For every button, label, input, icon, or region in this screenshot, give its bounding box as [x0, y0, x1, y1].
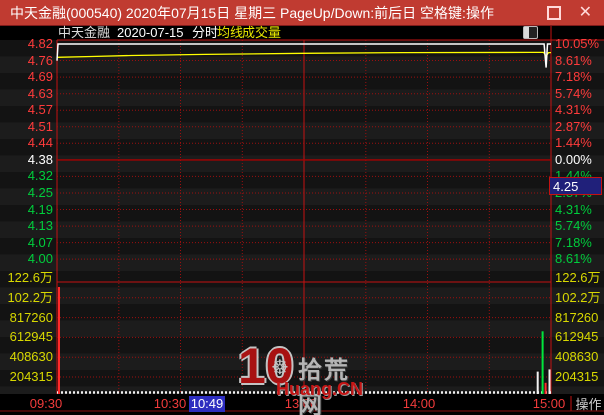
time-axis-label: 09:30 [29, 396, 63, 411]
volume-axis-label: 408630 [9, 349, 53, 365]
time-axis-label: 14:00 [402, 396, 436, 411]
price-axis-label: 4.82 [27, 36, 53, 51]
price-axis-label: 4.19 [27, 201, 53, 217]
volume-axis-label: 102.2万 [7, 289, 53, 305]
pct-axis-label: 2.87% [555, 118, 592, 134]
price-axis-label: 4.51 [27, 118, 53, 134]
time-axis-label: 13:00 [284, 396, 318, 411]
pct-axis-label: 7.18% [555, 69, 592, 85]
time-axis-label: 15:00 [532, 396, 566, 411]
price-axis-label: 4.00 [27, 251, 53, 267]
pct-axis-label: 1.44% [555, 135, 592, 151]
pct-axis-label: 8.61% [555, 52, 592, 68]
price-axis-label: 4.32 [27, 168, 53, 184]
volume-axis-label: 817260 [555, 309, 599, 325]
volume-axis-label: 204315 [9, 369, 53, 384]
price-axis-label: 4.57 [27, 102, 53, 118]
volume-axis-label: 612945 [555, 329, 599, 345]
time-highlight-tag: 10:49 [189, 396, 225, 412]
price-axis-label: 4.76 [27, 52, 53, 68]
price-tag: 4.25 [549, 177, 602, 195]
volume-axis-label: 408630 [555, 349, 599, 365]
pct-axis-label: 0.00% [555, 151, 592, 167]
pct-axis-label: 4.31% [555, 201, 592, 217]
pct-axis-label: 5.74% [555, 85, 592, 101]
price-axis-label: 4.13 [27, 218, 53, 234]
intraday-chart-plot[interactable] [0, 0, 604, 415]
price-axis-label: 4.69 [27, 69, 53, 85]
price-axis-label: 4.63 [27, 85, 53, 101]
volume-axis-label: 817260 [9, 309, 53, 325]
action-label[interactable]: 操作 [573, 397, 604, 412]
volume-axis-label: 204315 [555, 369, 599, 384]
volume-axis-label: 122.6万 [7, 270, 53, 285]
volume-axis-label: 122.6万 [555, 270, 601, 285]
price-axis-label: 4.38 [27, 151, 53, 167]
volume-axis-label: 102.2万 [555, 289, 601, 305]
pct-axis-label: 8.61% [555, 251, 592, 267]
pct-axis-label: 4.31% [555, 102, 592, 118]
pct-axis-label: 5.74% [555, 218, 592, 234]
price-axis-label: 4.07 [27, 234, 53, 250]
pct-axis-label: 10.05% [555, 36, 600, 51]
pct-axis-label: 7.18% [555, 234, 592, 250]
price-axis-label: 4.25 [27, 184, 53, 200]
stock-app-window: 中天金融(000540) 2020年07月15日 星期三 PageUp/Down… [0, 0, 604, 415]
volume-axis-label: 612945 [9, 329, 53, 345]
price-axis-label: 4.44 [27, 135, 53, 151]
